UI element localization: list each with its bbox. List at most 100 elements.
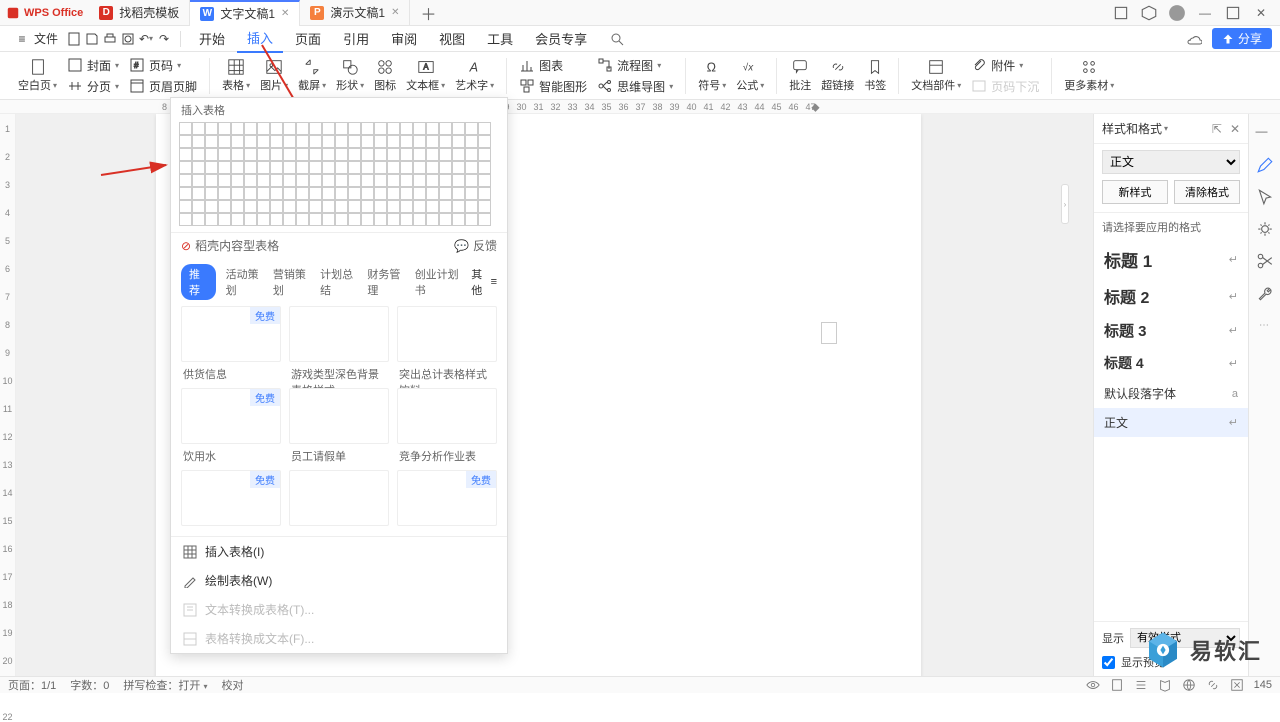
template-item[interactable]: 免费: [397, 470, 497, 526]
grid-cell[interactable]: [218, 135, 231, 148]
grid-cell[interactable]: [439, 187, 452, 200]
grid-cell[interactable]: [400, 187, 413, 200]
template-item[interactable]: 免费: [181, 306, 281, 362]
more-tools-icon[interactable]: ⋯: [1259, 320, 1270, 331]
cat-marketing[interactable]: 营销策划: [273, 266, 310, 298]
grid-cell[interactable]: [361, 200, 374, 213]
grid-cell[interactable]: [465, 161, 478, 174]
grid-cell[interactable]: [244, 148, 257, 161]
current-style-select[interactable]: 正文: [1102, 150, 1240, 174]
grid-cell[interactable]: [322, 200, 335, 213]
close-panel-icon[interactable]: ✕: [1230, 122, 1240, 136]
word-count[interactable]: 字数：0: [70, 677, 109, 693]
clear-format-button[interactable]: 清除格式: [1174, 180, 1240, 204]
grid-cell[interactable]: [413, 187, 426, 200]
grid-cell[interactable]: [400, 161, 413, 174]
grid-cell[interactable]: [179, 187, 192, 200]
read-icon[interactable]: [1158, 678, 1172, 692]
grid-cell[interactable]: [439, 200, 452, 213]
grid-cell[interactable]: [231, 187, 244, 200]
grid-cell[interactable]: [374, 122, 387, 135]
tab-doc1[interactable]: W 文字文稿1 ✕: [190, 0, 300, 26]
grid-cell[interactable]: [387, 122, 400, 135]
grid-cell[interactable]: [348, 200, 361, 213]
grid-cell[interactable]: [374, 213, 387, 226]
grid-cell[interactable]: [296, 174, 309, 187]
grid-cell[interactable]: [192, 122, 205, 135]
grid-cell[interactable]: [309, 122, 322, 135]
grid-cell[interactable]: [387, 161, 400, 174]
hyperlink-button[interactable]: 超链接: [821, 58, 854, 93]
grid-cell[interactable]: [270, 187, 283, 200]
grid-cell[interactable]: [478, 200, 491, 213]
grid-cell[interactable]: [478, 174, 491, 187]
restore-icon[interactable]: [1112, 4, 1130, 22]
grid-cell[interactable]: [218, 213, 231, 226]
grid-cell[interactable]: [452, 148, 465, 161]
grid-cell[interactable]: [413, 174, 426, 187]
grid-cell[interactable]: [426, 161, 439, 174]
grid-cell[interactable]: [426, 174, 439, 187]
grid-cell[interactable]: [400, 200, 413, 213]
grid-cell[interactable]: [283, 161, 296, 174]
grid-cell[interactable]: [465, 122, 478, 135]
grid-cell[interactable]: [270, 148, 283, 161]
grid-cell[interactable]: [296, 187, 309, 200]
grid-cell[interactable]: [205, 213, 218, 226]
grid-cell[interactable]: [426, 200, 439, 213]
template-item[interactable]: [289, 388, 389, 444]
style-heading3[interactable]: 标题 3↵: [1094, 314, 1248, 347]
grid-cell[interactable]: [231, 213, 244, 226]
grid-cell[interactable]: [244, 135, 257, 148]
grid-cell[interactable]: [348, 148, 361, 161]
show-preview-checkbox[interactable]: [1102, 656, 1115, 669]
grid-cell[interactable]: [218, 161, 231, 174]
table-size-grid[interactable]: [171, 122, 507, 232]
grid-cell[interactable]: [413, 200, 426, 213]
grid-cell[interactable]: [192, 135, 205, 148]
grid-cell[interactable]: [374, 174, 387, 187]
grid-cell[interactable]: [452, 135, 465, 148]
wrench-icon[interactable]: [1256, 284, 1274, 302]
grid-cell[interactable]: [413, 148, 426, 161]
chart-button[interactable]: 图表: [519, 57, 587, 74]
print-preview-icon[interactable]: [120, 31, 136, 47]
grid-cell[interactable]: [465, 187, 478, 200]
grid-cell[interactable]: [218, 200, 231, 213]
grid-cell[interactable]: [244, 213, 257, 226]
grid-cell[interactable]: [439, 122, 452, 135]
close-icon[interactable]: ✕: [281, 8, 289, 19]
draw-table-item[interactable]: 绘制表格(W): [171, 566, 507, 595]
grid-cell[interactable]: [257, 213, 270, 226]
grid-cell[interactable]: [348, 161, 361, 174]
grid-cell[interactable]: [426, 187, 439, 200]
grid-cell[interactable]: [179, 122, 192, 135]
grid-cell[interactable]: [374, 187, 387, 200]
collapse-icon[interactable]: —: [1256, 124, 1274, 142]
grid-cell[interactable]: [244, 161, 257, 174]
menu-member[interactable]: 会员专享: [525, 25, 597, 52]
formula-button[interactable]: √x 公式▾: [736, 58, 764, 93]
grid-cell[interactable]: [335, 213, 348, 226]
grid-cell[interactable]: [192, 161, 205, 174]
flowchart-button[interactable]: 流程图▾: [597, 57, 673, 74]
template-item[interactable]: [289, 470, 389, 526]
grid-cell[interactable]: [322, 148, 335, 161]
grid-cell[interactable]: [478, 135, 491, 148]
grid-cell[interactable]: [257, 122, 270, 135]
grid-cell[interactable]: [387, 213, 400, 226]
header-footer-button[interactable]: 页眉页脚: [129, 78, 197, 95]
grid-cell[interactable]: [374, 200, 387, 213]
grid-cell[interactable]: [283, 135, 296, 148]
grid-cell[interactable]: [218, 187, 231, 200]
grid-cell[interactable]: [361, 174, 374, 187]
undo-icon[interactable]: ↶▾: [138, 31, 154, 47]
grid-cell[interactable]: [400, 135, 413, 148]
grid-cell[interactable]: [374, 161, 387, 174]
eye-icon[interactable]: [1086, 678, 1100, 692]
textbox-button[interactable]: A 文本框▾: [406, 58, 445, 93]
menu-reference[interactable]: 引用: [333, 25, 379, 52]
grid-cell[interactable]: [348, 187, 361, 200]
grid-cell[interactable]: [192, 213, 205, 226]
print-icon[interactable]: [102, 31, 118, 47]
